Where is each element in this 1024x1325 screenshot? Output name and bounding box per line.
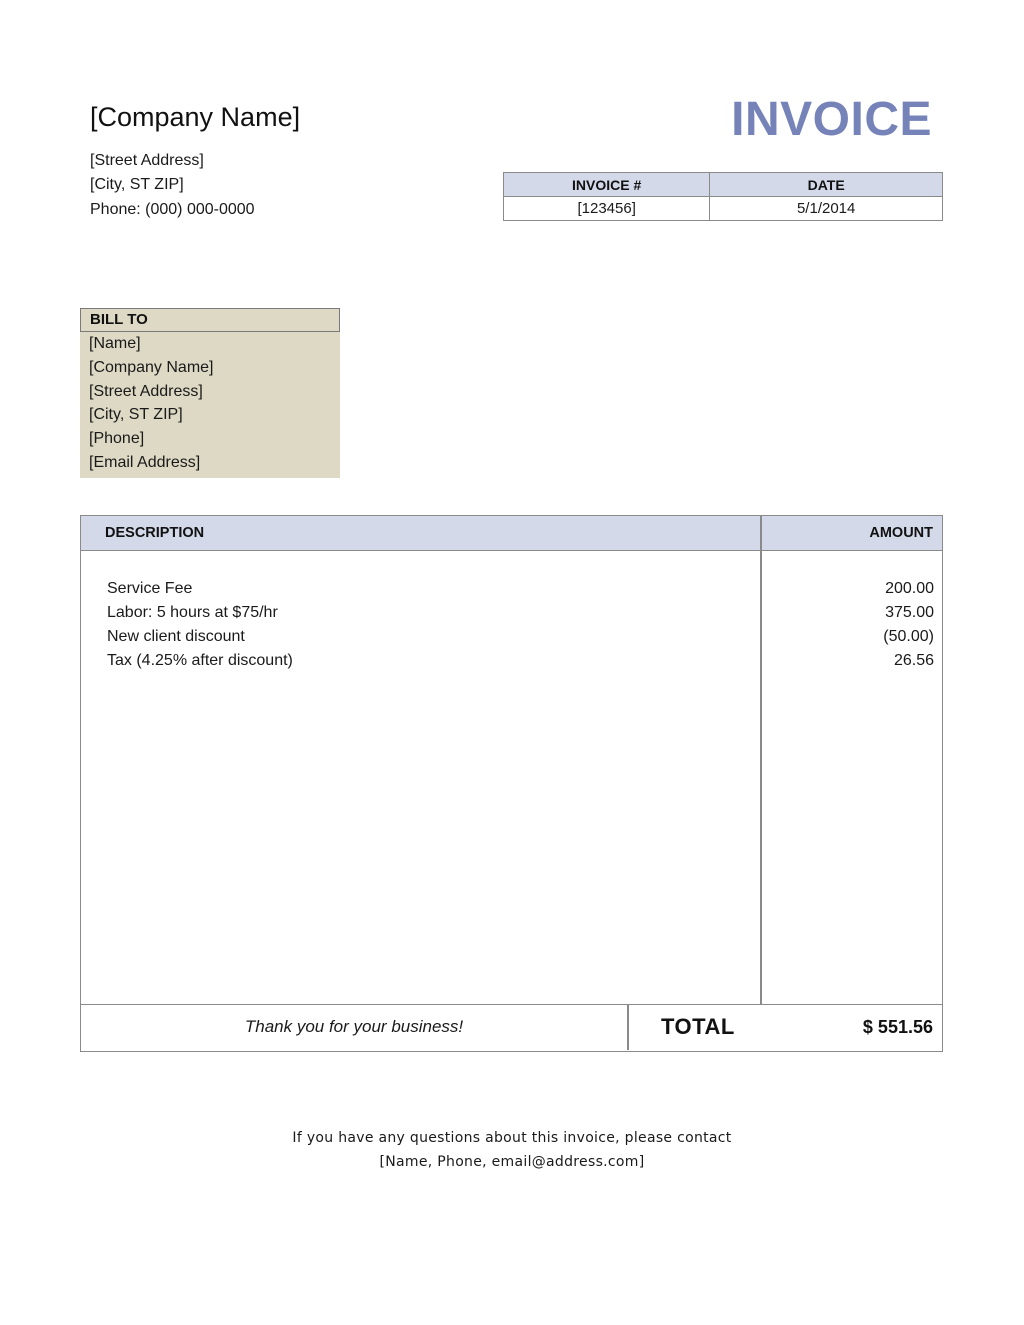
total-row: Thank you for your business! TOTAL $ 551… bbox=[81, 1004, 942, 1050]
total-label: TOTAL bbox=[661, 1014, 735, 1039]
column-divider bbox=[760, 516, 762, 1004]
date-header: DATE bbox=[709, 172, 943, 197]
bill-to-label: BILL TO bbox=[80, 308, 340, 332]
bill-to-city-state-zip: [City, ST ZIP] bbox=[89, 406, 183, 424]
line-item-description: Service Fee bbox=[107, 580, 193, 597]
invoice-meta-value-row: [123456] 5/1/2014 bbox=[502, 196, 943, 221]
line-items-header: DESCRIPTION AMOUNT bbox=[81, 516, 942, 551]
line-item-description: Tax (4.25% after discount) bbox=[107, 652, 293, 669]
line-items-table: DESCRIPTION AMOUNT Service Fee Labor: 5 … bbox=[80, 515, 943, 1052]
invoice-number-value: [123456] bbox=[502, 196, 711, 221]
company-phone: Phone: (000) 000-0000 bbox=[90, 201, 255, 218]
amount-column-header: AMOUNT bbox=[869, 525, 933, 541]
line-item-amount: 26.56 bbox=[893, 652, 934, 669]
invoice-meta-table: INVOICE # DATE [123456] 5/1/2014 bbox=[502, 172, 943, 221]
line-item-amount: 200.00 bbox=[885, 580, 934, 597]
contact-prompt: If you have any questions about this inv… bbox=[292, 1130, 732, 1146]
bill-to-street: [Street Address] bbox=[89, 382, 203, 400]
amount-column: 200.00 375.00 (50.00) 26.56 bbox=[883, 577, 934, 673]
line-item-description: Labor: 5 hours at $75/hr bbox=[107, 604, 278, 621]
bill-to-company: [Company Name] bbox=[89, 358, 214, 376]
line-item-description: New client discount bbox=[107, 628, 245, 645]
company-street: [Street Address] bbox=[90, 152, 204, 169]
invoice-meta-header-row: INVOICE # DATE bbox=[502, 172, 943, 197]
description-column: Service Fee Labor: 5 hours at $75/hr New… bbox=[107, 577, 293, 673]
line-item-amount: (50.00) bbox=[883, 628, 934, 645]
bill-to-phone: [Phone] bbox=[89, 430, 145, 448]
line-item-amount: 375.00 bbox=[885, 604, 934, 621]
document-title: INVOICE bbox=[731, 93, 932, 146]
contact-details: [Name, Phone, email@address.com] bbox=[379, 1154, 645, 1170]
date-value: 5/1/2014 bbox=[709, 196, 943, 221]
bill-to-block: BILL TO [Name] [Company Name] [Street Ad… bbox=[80, 308, 340, 478]
company-name: [Company Name] bbox=[90, 102, 301, 132]
total-value: $ 551.56 bbox=[862, 1017, 933, 1037]
total-row-divider bbox=[627, 1005, 629, 1050]
bill-to-email: [Email Address] bbox=[89, 453, 201, 471]
bill-to-name: [Name] bbox=[89, 335, 141, 352]
description-column-header: DESCRIPTION bbox=[105, 525, 205, 541]
invoice-number-header: INVOICE # bbox=[502, 172, 711, 197]
company-city-state-zip: [City, ST ZIP] bbox=[90, 176, 184, 193]
thank-you-message: Thank you for your business! bbox=[244, 1017, 464, 1036]
